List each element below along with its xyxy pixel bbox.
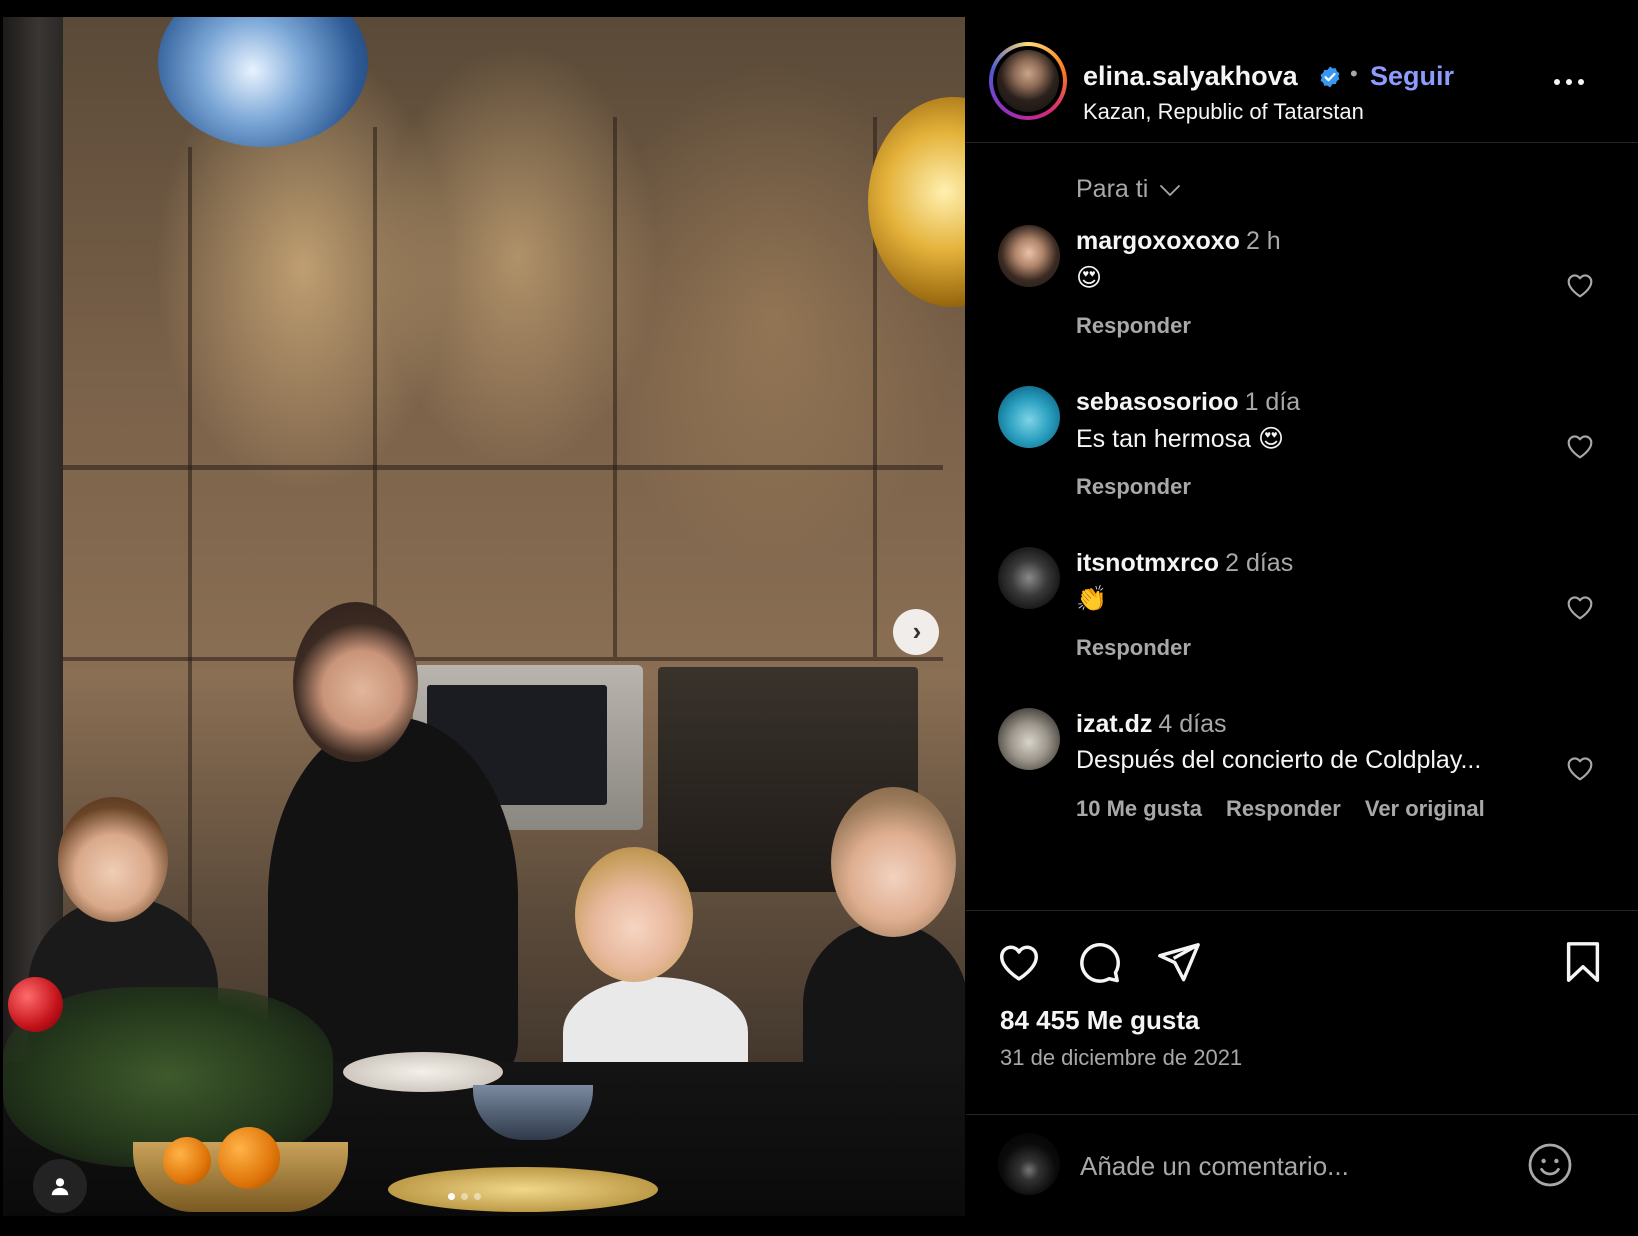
- carousel-dot-active: [448, 1193, 455, 1200]
- chevron-down-icon: [1160, 184, 1181, 196]
- comment-username[interactable]: sebasosorioo: [1076, 388, 1239, 416]
- add-comment-input[interactable]: [1078, 1147, 1502, 1185]
- pendant-lamp-gold: [868, 97, 965, 307]
- comment-actions: Responder: [1076, 474, 1191, 500]
- comment-time: 2 h: [1245, 227, 1281, 255]
- see-original-button[interactable]: Ver original: [1365, 796, 1485, 822]
- comment-text: 😍: [1076, 264, 1103, 292]
- comment-time: 2 días: [1225, 549, 1294, 577]
- post-location[interactable]: Kazan, Republic of Tatarstan: [1083, 99, 1364, 125]
- smiley-icon[interactable]: [1526, 1141, 1574, 1189]
- heart-outline-icon[interactable]: [1564, 430, 1596, 462]
- post-viewer: › elina.salyakhova • Seguir Kazan, Repub…: [0, 0, 1638, 1236]
- carousel-dot: [474, 1193, 481, 1200]
- snack-tray: [388, 1167, 658, 1212]
- carousel-next-button[interactable]: ›: [893, 609, 939, 655]
- red-ornament: [8, 977, 63, 1032]
- comment-actions: Responder: [1076, 635, 1191, 661]
- reply-button[interactable]: Responder: [1076, 313, 1191, 339]
- carousel-indicator: [448, 1193, 481, 1200]
- more-options-icon[interactable]: [1554, 79, 1584, 85]
- comment-text: 👏: [1076, 585, 1108, 613]
- comment-item: sebasosorioo 1 día Es tan hermosa 😍 Respo…: [966, 386, 1638, 536]
- heart-outline-icon[interactable]: [1564, 269, 1596, 301]
- reply-button[interactable]: Responder: [1226, 796, 1341, 822]
- comment-username[interactable]: itsnotmxrco: [1076, 549, 1219, 577]
- orange: [163, 1137, 211, 1185]
- post-photo[interactable]: ›: [3, 17, 965, 1216]
- comment-actions: 10 Me gusta Responder Ver original: [1076, 796, 1485, 822]
- paper-plane-icon[interactable]: [1156, 939, 1202, 985]
- post-date[interactable]: 31 de diciembre de 2021: [1000, 1045, 1242, 1071]
- person-toddler-head: [575, 847, 693, 982]
- comment-time: 1 día: [1244, 388, 1301, 416]
- cabinet-line: [613, 117, 617, 657]
- cabinet-line: [373, 127, 377, 647]
- person-woman-head: [293, 602, 418, 762]
- orange: [218, 1127, 280, 1189]
- chevron-right-icon: ›: [912, 616, 922, 646]
- pendant-lamp-blue: [158, 17, 368, 147]
- person-boy-left-head: [58, 797, 168, 922]
- current-user-avatar: [998, 1133, 1060, 1195]
- reply-button[interactable]: Responder: [1076, 474, 1191, 500]
- comment-bubble-icon[interactable]: [1076, 939, 1122, 985]
- commenter-avatar[interactable]: [998, 386, 1060, 448]
- user-tag-icon: [51, 1178, 69, 1196]
- comments-sort-label: Para ti: [1076, 175, 1149, 203]
- follow-button[interactable]: Seguir: [1370, 61, 1454, 92]
- comment-like-count[interactable]: 10 Me gusta: [1076, 796, 1202, 822]
- commenter-avatar[interactable]: [998, 225, 1060, 287]
- comment-time: 4 días: [1158, 710, 1227, 738]
- person-girl-head: [831, 787, 956, 937]
- heart-outline-icon[interactable]: [1564, 591, 1596, 623]
- comment-item: margoxoxoxo 2 h 😍 Responder: [966, 225, 1638, 375]
- reply-button[interactable]: Responder: [1076, 635, 1191, 661]
- comment-item: itsnotmxrco 2 días 👏 Responder: [966, 547, 1638, 697]
- author-avatar[interactable]: [989, 42, 1067, 120]
- divider: [966, 1114, 1638, 1115]
- cabinet-line: [63, 465, 943, 470]
- tagged-users-button[interactable]: [33, 1159, 87, 1213]
- comment-text: Es tan hermosa 😍: [1076, 425, 1285, 453]
- bookmark-icon[interactable]: [1560, 939, 1606, 985]
- carousel-dot: [461, 1193, 468, 1200]
- comment-actions: Responder: [1076, 313, 1191, 339]
- heart-icon[interactable]: [996, 939, 1042, 985]
- cabinet-line: [63, 657, 943, 661]
- comment-username[interactable]: izat.dz: [1076, 710, 1152, 738]
- commenter-avatar[interactable]: [998, 547, 1060, 609]
- cabinet-line: [188, 147, 192, 1047]
- separator-dot: •: [1350, 61, 1358, 86]
- post-header: elina.salyakhova • Seguir Kazan, Republi…: [966, 17, 1638, 143]
- divider: [966, 910, 1638, 911]
- comments-sort-dropdown[interactable]: Para ti: [1076, 175, 1182, 204]
- post-side-panel: elina.salyakhova • Seguir Kazan, Republi…: [966, 17, 1638, 1216]
- verified-badge-icon: [1320, 66, 1340, 88]
- comment-username[interactable]: margoxoxoxo: [1076, 227, 1240, 255]
- commenter-avatar[interactable]: [998, 708, 1060, 770]
- author-username[interactable]: elina.salyakhova: [1083, 61, 1298, 92]
- comment-text: Después del concierto de Coldplay...: [1076, 746, 1482, 774]
- heart-outline-icon[interactable]: [1564, 752, 1596, 784]
- likes-count[interactable]: 84 455 Me gusta: [1000, 1005, 1199, 1036]
- comment-item: izat.dz 4 días Después del concierto de C…: [966, 708, 1638, 858]
